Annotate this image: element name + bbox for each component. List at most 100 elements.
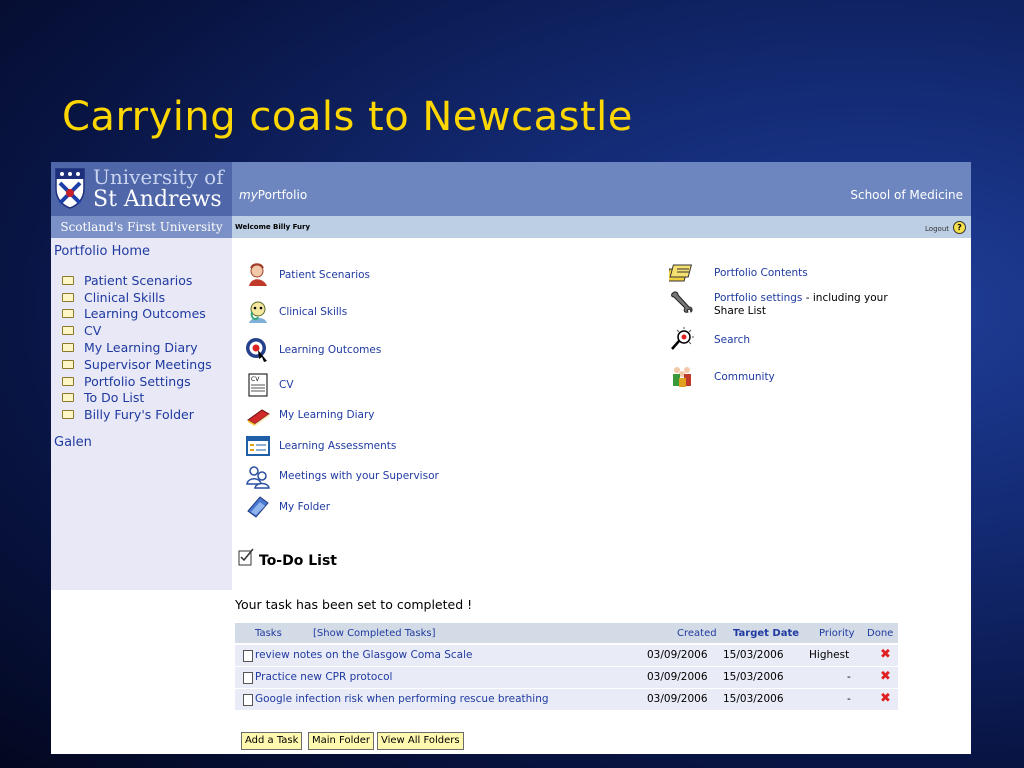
folder-icon [62,359,74,369]
sidebar-item-label: My Learning Diary [84,340,198,356]
link-community[interactable]: Community [714,371,775,384]
sidebar-item-cv[interactable]: CV [62,322,212,339]
svg-text:CV: CV [251,376,260,383]
crest-icon [55,168,85,209]
view-all-folders-button[interactable]: View All Folders [377,732,464,750]
mark-done-icon[interactable]: ✖ [880,669,891,684]
logout-link[interactable]: Logout [925,225,949,233]
link-cv[interactable]: CV CV [245,372,294,398]
sidebar-item-label: Learning Outcomes [84,306,206,322]
sidebar-item-label: Portfolio Settings [84,373,191,389]
sidebar-item-learning-outcomes[interactable]: Learning Outcomes [62,306,212,323]
column-header-done: Done [867,628,894,639]
sidebar-item-label: Billy Fury's Folder [84,407,194,423]
university-logo[interactable]: University of St Andrews [51,162,232,216]
sidebar-item-portfolio-settings[interactable]: Portfolio Settings [62,373,212,390]
task-name-link[interactable]: review notes on the Glasgow Coma Scale [255,649,473,661]
task-priority: - [847,671,851,683]
link-label: Clinical Skills [279,306,348,318]
main-folder-button[interactable]: Main Folder [308,732,374,750]
column-header-target-date[interactable]: Target Date [733,628,799,639]
task-name-link[interactable]: Google infection risk when performing re… [255,693,549,705]
help-icon[interactable]: ? [953,221,966,234]
folder-icon [62,393,74,403]
sidebar-item-clinical-skills[interactable]: Clinical Skills [62,289,212,306]
link-label: My Learning Diary [279,409,375,421]
task-priority: - [847,693,851,705]
link-portfolio-settings[interactable]: Portfolio settings - including your Shar… [714,292,904,318]
document-icon [243,650,253,662]
task-priority: Highest [809,649,850,661]
university-tagline: Scotland's First University [51,216,232,238]
folder-icon [62,275,74,285]
mark-done-icon[interactable]: ✖ [880,647,891,662]
diary-book-icon [247,409,270,426]
show-completed-tasks-link[interactable]: [Show Completed Tasks] [313,628,435,639]
sidebar-folder-list: Patient Scenarios Clinical Skills Learni… [62,272,212,423]
folder-icon [62,309,74,319]
folder-icon [62,326,74,336]
university-name-line2: St Andrews [93,187,222,212]
sidebar-item-to-do-list[interactable]: To Do List [62,390,212,407]
link-label: My Folder [279,501,331,513]
sidebar-galen-link[interactable]: Galen [54,435,92,450]
sidebar-item-label: To Do List [84,390,145,406]
task-created: 03/09/2006 [647,649,708,661]
sidebar-item-billy-fury-folder[interactable]: Billy Fury's Folder [62,406,212,423]
table-row: Google infection risk when performing re… [235,689,898,710]
task-name-link[interactable]: Practice new CPR protocol [255,671,392,683]
link-portfolio-contents[interactable]: Portfolio Contents [714,267,808,280]
sidebar-portfolio-home[interactable]: Portfolio Home [54,244,150,259]
welcome-text: Welcome Billy Fury [235,223,311,231]
document-icon [243,672,253,684]
add-task-button[interactable]: Add a Task [241,732,303,750]
column-header-created[interactable]: Created [677,628,717,639]
myportfolio-brand: myPortfolio [239,188,307,202]
task-target-date: 15/03/2006 [723,693,784,705]
sidebar-item-patient-scenarios[interactable]: Patient Scenarios [62,272,212,289]
link-learning-diary[interactable]: My Learning Diary [245,402,375,428]
school-name: School of Medicine [850,188,963,202]
sidebar-item-label: Clinical Skills [84,289,166,305]
task-target-date: 15/03/2006 [723,671,784,683]
task-created: 03/09/2006 [647,693,708,705]
task-target-date: 15/03/2006 [723,649,784,661]
portfolio-window: University of St Andrews myPortfolio Sch… [51,162,971,754]
document-icon [243,694,253,706]
link-label: Patient Scenarios [279,269,371,281]
slide-title: Carrying coals to Newcastle [62,94,633,140]
link-learning-assessments[interactable]: Learning Assessments [245,433,396,459]
folder-icon [62,410,74,420]
brand-prefix: my [239,188,258,202]
settings-link-text: Portfolio settings [714,292,803,304]
sidebar-item-supervisor-meetings[interactable]: Supervisor Meetings [62,356,212,373]
todo-table-header: Tasks [Show Completed Tasks] Created Tar… [235,623,898,643]
assessment-form-icon [246,436,270,456]
mark-done-icon[interactable]: ✖ [880,691,891,706]
folder-icon [62,376,74,386]
link-supervisor-meetings[interactable]: Meetings with your Supervisor [245,463,439,489]
status-message: Your task has been set to completed ! [235,597,473,612]
task-created: 03/09/2006 [647,671,708,683]
link-my-folder[interactable]: My Folder [245,494,330,520]
brand-suffix: Portfolio [257,188,308,202]
folder-icon [62,292,74,302]
link-learning-outcomes[interactable]: Learning Outcomes [245,337,381,363]
patient-scenarios-icon [249,263,267,286]
target-icon [246,338,267,362]
community-icon [673,367,691,387]
checklist-icon [238,548,254,566]
search-icon [671,327,694,350]
sidebar-item-label: Supervisor Meetings [84,356,212,372]
link-patient-scenarios[interactable]: Patient Scenarios [245,262,370,288]
link-clinical-skills[interactable]: Clinical Skills [245,299,347,325]
column-header-priority[interactable]: Priority [819,628,855,639]
link-search[interactable]: Search [714,334,750,347]
portfolio-contents-icon [669,264,693,282]
sidebar-item-learning-diary[interactable]: My Learning Diary [62,339,212,356]
sidebar-item-label: Patient Scenarios [84,272,193,288]
link-label: Meetings with your Supervisor [279,470,439,482]
cv-document-icon: CV [248,373,268,397]
university-name-line1: University of [93,165,224,189]
folder-icon [247,496,269,518]
